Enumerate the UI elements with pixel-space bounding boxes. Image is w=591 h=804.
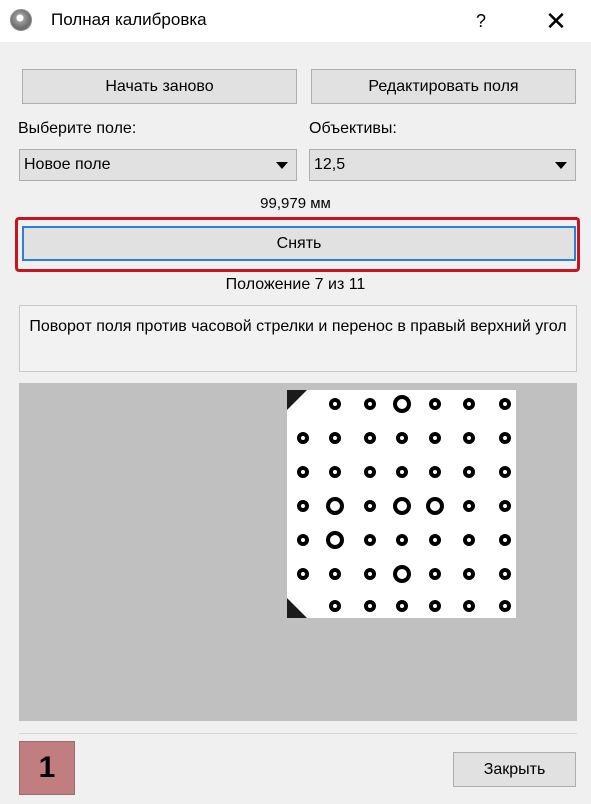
calibration-target-image [287,390,516,618]
help-button[interactable]: ? [466,2,496,40]
step-badge: 1 [19,741,75,795]
position-status: Положение 7 из 11 [225,276,366,293]
field-select[interactable]: Новое поле [19,149,297,181]
field-select-value: Новое поле [24,156,111,173]
camera-preview [19,383,577,721]
footer-divider [19,733,577,734]
instruction-panel: Поворот поля против часовой стрелки и пе… [19,305,577,372]
lens-select[interactable]: 12,5 [309,149,576,181]
chevron-down-icon [276,162,288,169]
close-button[interactable]: Закрыть [453,752,576,787]
field-select-label: Выберите поле: [18,120,137,137]
app-icon [10,9,32,31]
instruction-text: Поворот поля против часовой стрелки и пе… [29,318,567,335]
window-title: Полная калибровка [51,10,207,29]
window-close-button[interactable]: ✕ [536,2,576,40]
capture-button[interactable]: Снять [22,226,576,261]
restart-button[interactable]: Начать заново [22,69,297,104]
edit-fields-button[interactable]: Редактировать поля [311,69,576,104]
chevron-down-icon [555,162,567,169]
lens-select-label: Объективы: [309,120,397,137]
title-bar: Полная калибровка ? ✕ [0,0,591,42]
measurement-value: 99,979 мм [260,195,331,212]
lens-select-value: 12,5 [314,156,346,173]
